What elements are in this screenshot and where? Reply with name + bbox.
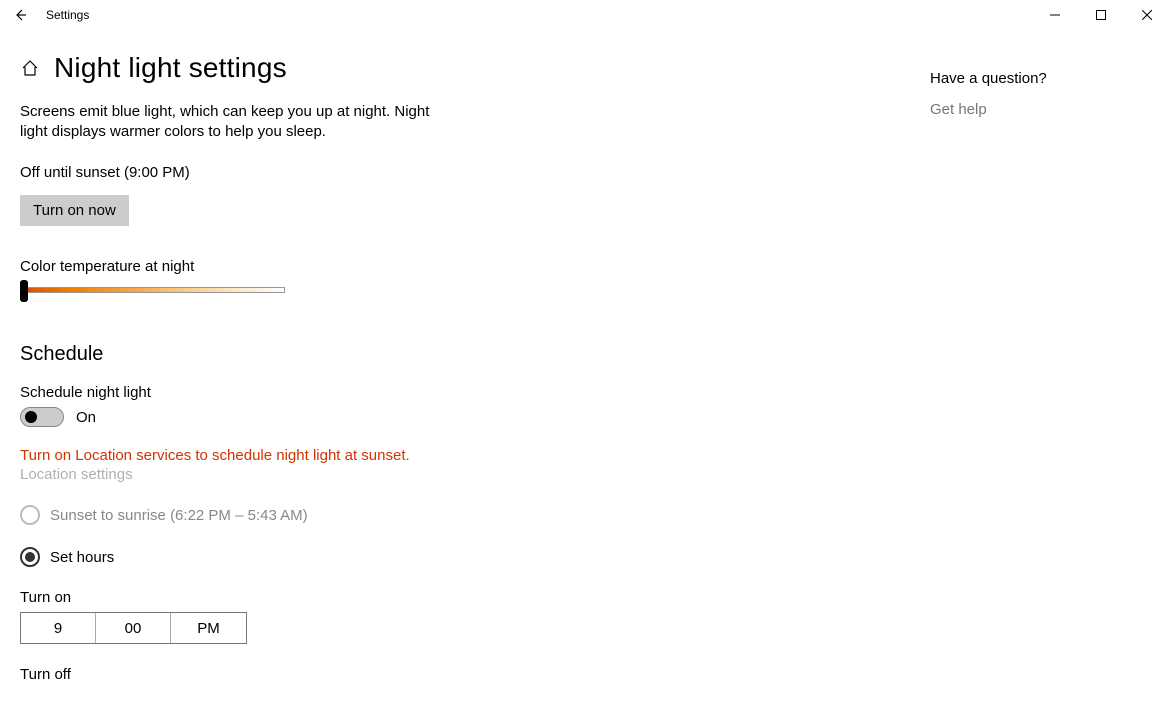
slider-thumb[interactable] xyxy=(20,280,28,302)
turn-on-time-picker[interactable]: 9 00 PM xyxy=(20,612,247,644)
turn-on-ampm[interactable]: PM xyxy=(171,613,246,643)
home-button[interactable] xyxy=(20,58,40,78)
arrow-left-icon xyxy=(12,7,28,23)
help-panel: Have a question? Get help xyxy=(930,30,1150,689)
turn-on-label: Turn on xyxy=(20,589,660,606)
schedule-toggle-state: On xyxy=(76,409,96,426)
turn-on-minute[interactable]: 00 xyxy=(96,613,171,643)
window-controls xyxy=(1032,0,1170,30)
radio-set-hours[interactable] xyxy=(20,547,40,567)
color-temperature-label: Color temperature at night xyxy=(20,258,660,275)
radio-dot xyxy=(25,552,35,562)
close-button[interactable] xyxy=(1124,0,1170,30)
schedule-toggle-label: Schedule night light xyxy=(20,384,660,401)
turn-on-now-button[interactable]: Turn on now xyxy=(20,195,129,226)
title-bar: Settings xyxy=(0,0,1170,30)
back-button[interactable] xyxy=(0,0,40,30)
color-temperature-slider[interactable] xyxy=(20,283,285,297)
slider-track xyxy=(20,287,285,293)
app-title: Settings xyxy=(46,8,89,22)
radio-sunset-label: Sunset to sunrise (6:22 PM – 5:43 AM) xyxy=(50,507,308,524)
turn-off-label: Turn off xyxy=(20,666,660,683)
schedule-toggle[interactable] xyxy=(20,407,64,427)
get-help-link[interactable]: Get help xyxy=(930,101,1150,118)
schedule-heading: Schedule xyxy=(20,343,660,366)
close-icon xyxy=(1142,10,1152,20)
help-heading: Have a question? xyxy=(930,70,1150,87)
radio-sunset-to-sunrise xyxy=(20,505,40,525)
page-description: Screens emit blue light, which can keep … xyxy=(20,102,450,142)
toggle-knob xyxy=(25,411,37,423)
home-icon xyxy=(21,59,39,77)
minimize-button[interactable] xyxy=(1032,0,1078,30)
location-warning: Turn on Location services to schedule ni… xyxy=(20,447,660,464)
minimize-icon xyxy=(1050,10,1060,20)
radio-set-hours-label: Set hours xyxy=(50,549,114,566)
maximize-icon xyxy=(1096,10,1106,20)
turn-on-hour[interactable]: 9 xyxy=(21,613,96,643)
night-light-status: Off until sunset (9:00 PM) xyxy=(20,164,660,181)
page-title: Night light settings xyxy=(54,52,287,84)
location-settings-link[interactable]: Location settings xyxy=(20,466,660,483)
main-panel: Night light settings Screens emit blue l… xyxy=(20,30,660,689)
maximize-button[interactable] xyxy=(1078,0,1124,30)
